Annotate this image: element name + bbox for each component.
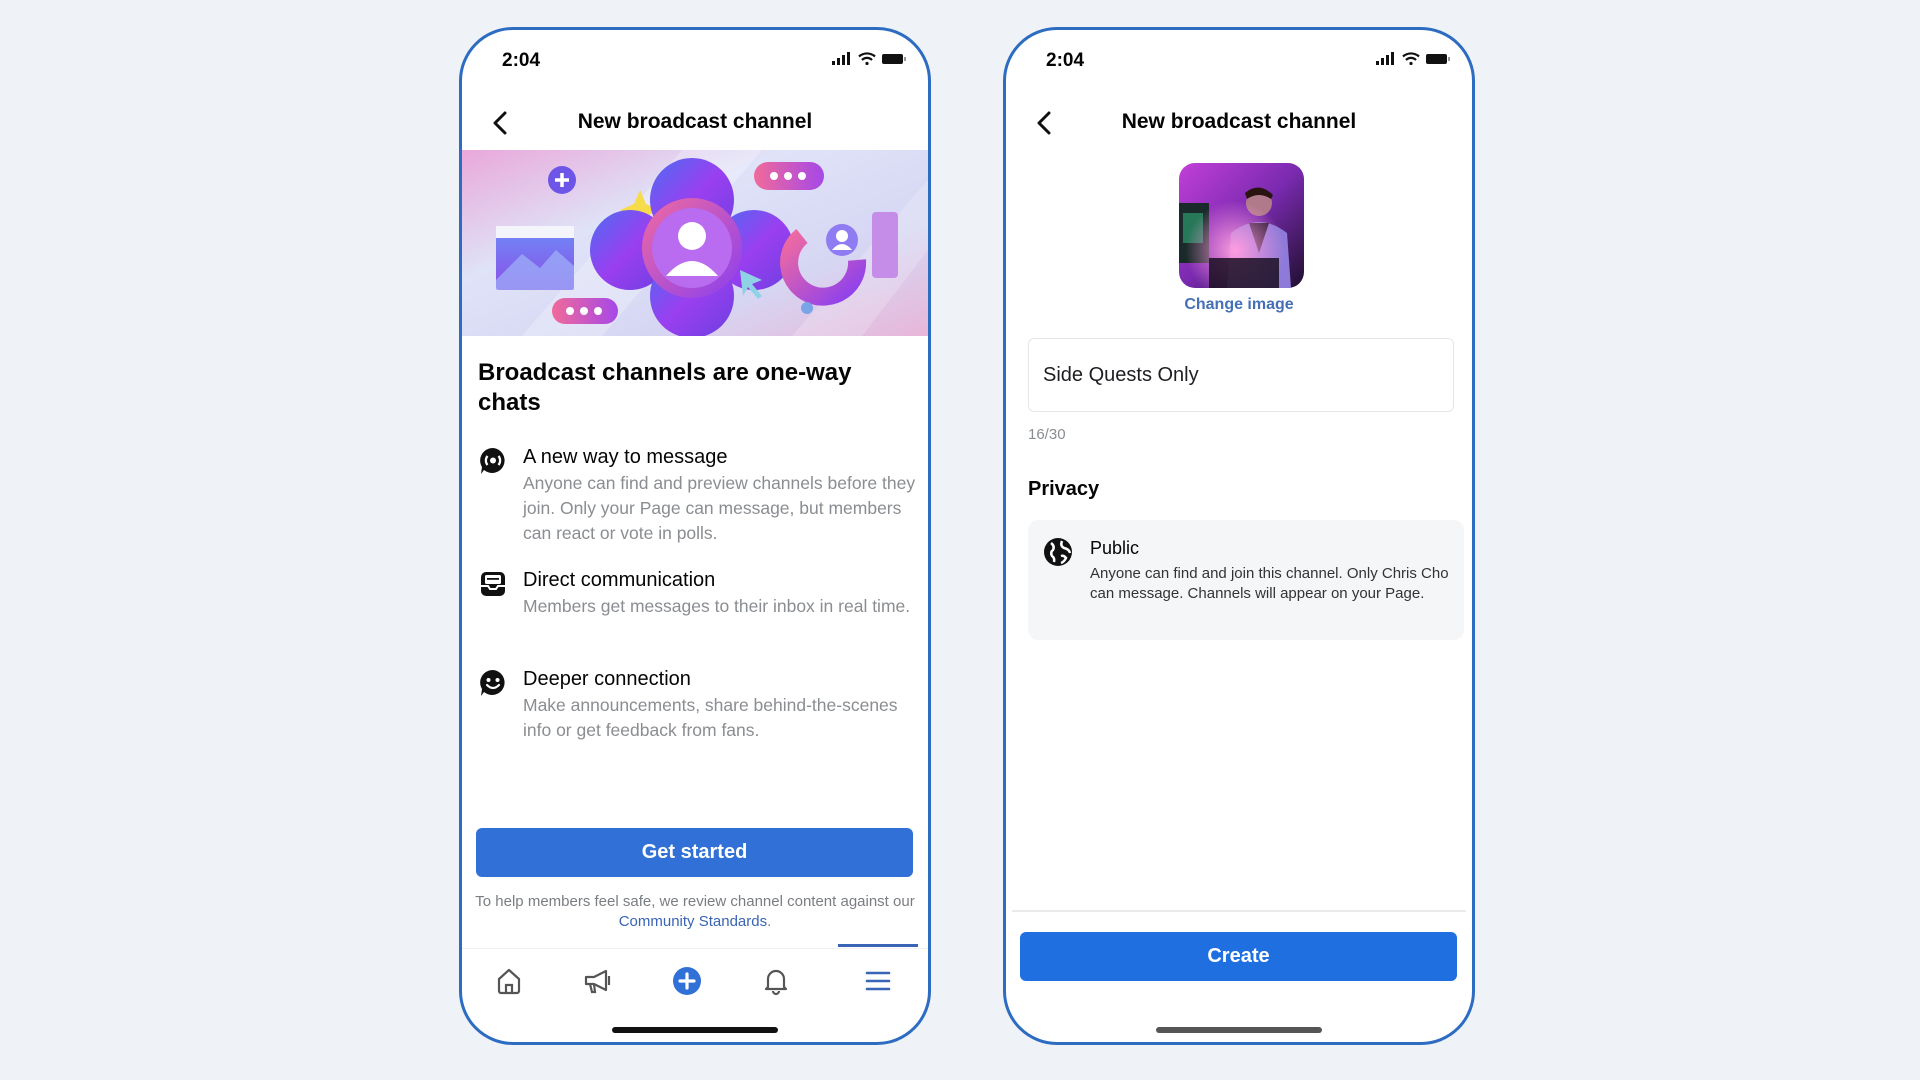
channel-image[interactable]	[1179, 163, 1304, 288]
create-button[interactable]: Create	[1020, 932, 1457, 981]
character-counter: 16/30	[1028, 426, 1066, 443]
battery-icon	[1426, 53, 1450, 64]
signal-icon	[832, 52, 850, 65]
nav-menu[interactable]	[853, 956, 903, 1006]
nav-divider	[462, 948, 928, 949]
phone-intro-screen: 2:04 New broadcast channel Broadcast cha…	[459, 27, 931, 1045]
megaphone-icon	[584, 969, 611, 994]
feature-description: Anyone can find and preview channels bef…	[523, 473, 916, 543]
page-title: New broadcast channel	[577, 110, 813, 133]
page-title: New broadcast channel	[1121, 110, 1357, 133]
bottom-nav	[462, 956, 928, 1006]
status-time: 2:04	[1046, 50, 1085, 71]
feature-description: Members get messages to their inbox in r…	[523, 596, 911, 616]
footnote-suffix: .	[767, 913, 772, 930]
status-icons	[832, 52, 906, 65]
get-started-button[interactable]: Get started	[476, 828, 913, 877]
header: New broadcast channel	[1006, 102, 1472, 144]
change-image-link[interactable]: Change image	[1006, 296, 1472, 314]
home-icon	[497, 968, 521, 995]
feature-title: Direct communication	[523, 569, 716, 591]
feature-title: Deeper connection	[523, 668, 691, 690]
message-broadcast-icon	[480, 447, 505, 474]
intro-heading: Broadcast channels are one-way chats	[478, 359, 852, 416]
phone-create-screen: 2:04 New broadcast channel Change image …	[1003, 27, 1475, 1045]
wifi-icon	[858, 52, 876, 65]
nav-home[interactable]	[484, 956, 534, 1006]
status-time: 2:04	[502, 50, 541, 71]
nav-notifications[interactable]	[751, 956, 801, 1006]
signal-icon	[1376, 52, 1394, 65]
privacy-label: Privacy	[1028, 478, 1100, 500]
footnote-text: To help members feel safe, we review cha…	[475, 893, 915, 910]
broadcast-channel-illustration	[462, 150, 928, 336]
bell-icon	[764, 969, 788, 996]
status-icons	[1376, 52, 1450, 65]
nav-active-indicator	[838, 944, 918, 947]
nav-announcements[interactable]	[573, 956, 623, 1006]
home-indicator	[1156, 1027, 1322, 1033]
footer-divider	[1012, 910, 1466, 912]
nav-create[interactable]	[662, 956, 712, 1006]
inbox-icon	[481, 572, 505, 596]
globe-icon	[1044, 538, 1072, 566]
wifi-icon	[1402, 52, 1420, 65]
header: New broadcast channel	[462, 102, 928, 144]
privacy-option-public[interactable]: Public Anyone can find and join this cha…	[1028, 520, 1464, 640]
feature-description: Make announcements, share behind-the-sce…	[523, 695, 898, 740]
home-indicator	[612, 1027, 778, 1033]
community-standards-link[interactable]: Community Standards	[619, 913, 767, 930]
plus-circle-icon	[673, 967, 701, 995]
community-standards-note: To help members feel safe, we review cha…	[472, 892, 918, 932]
smile-bubble-icon	[480, 669, 505, 696]
privacy-option-description: Anyone can find and join this channel. O…	[1090, 565, 1449, 602]
feature-title: A new way to message	[523, 446, 728, 468]
channel-name-input[interactable]	[1028, 338, 1454, 412]
privacy-option-title: Public	[1090, 538, 1140, 558]
menu-icon	[865, 971, 891, 991]
battery-icon	[882, 53, 906, 64]
